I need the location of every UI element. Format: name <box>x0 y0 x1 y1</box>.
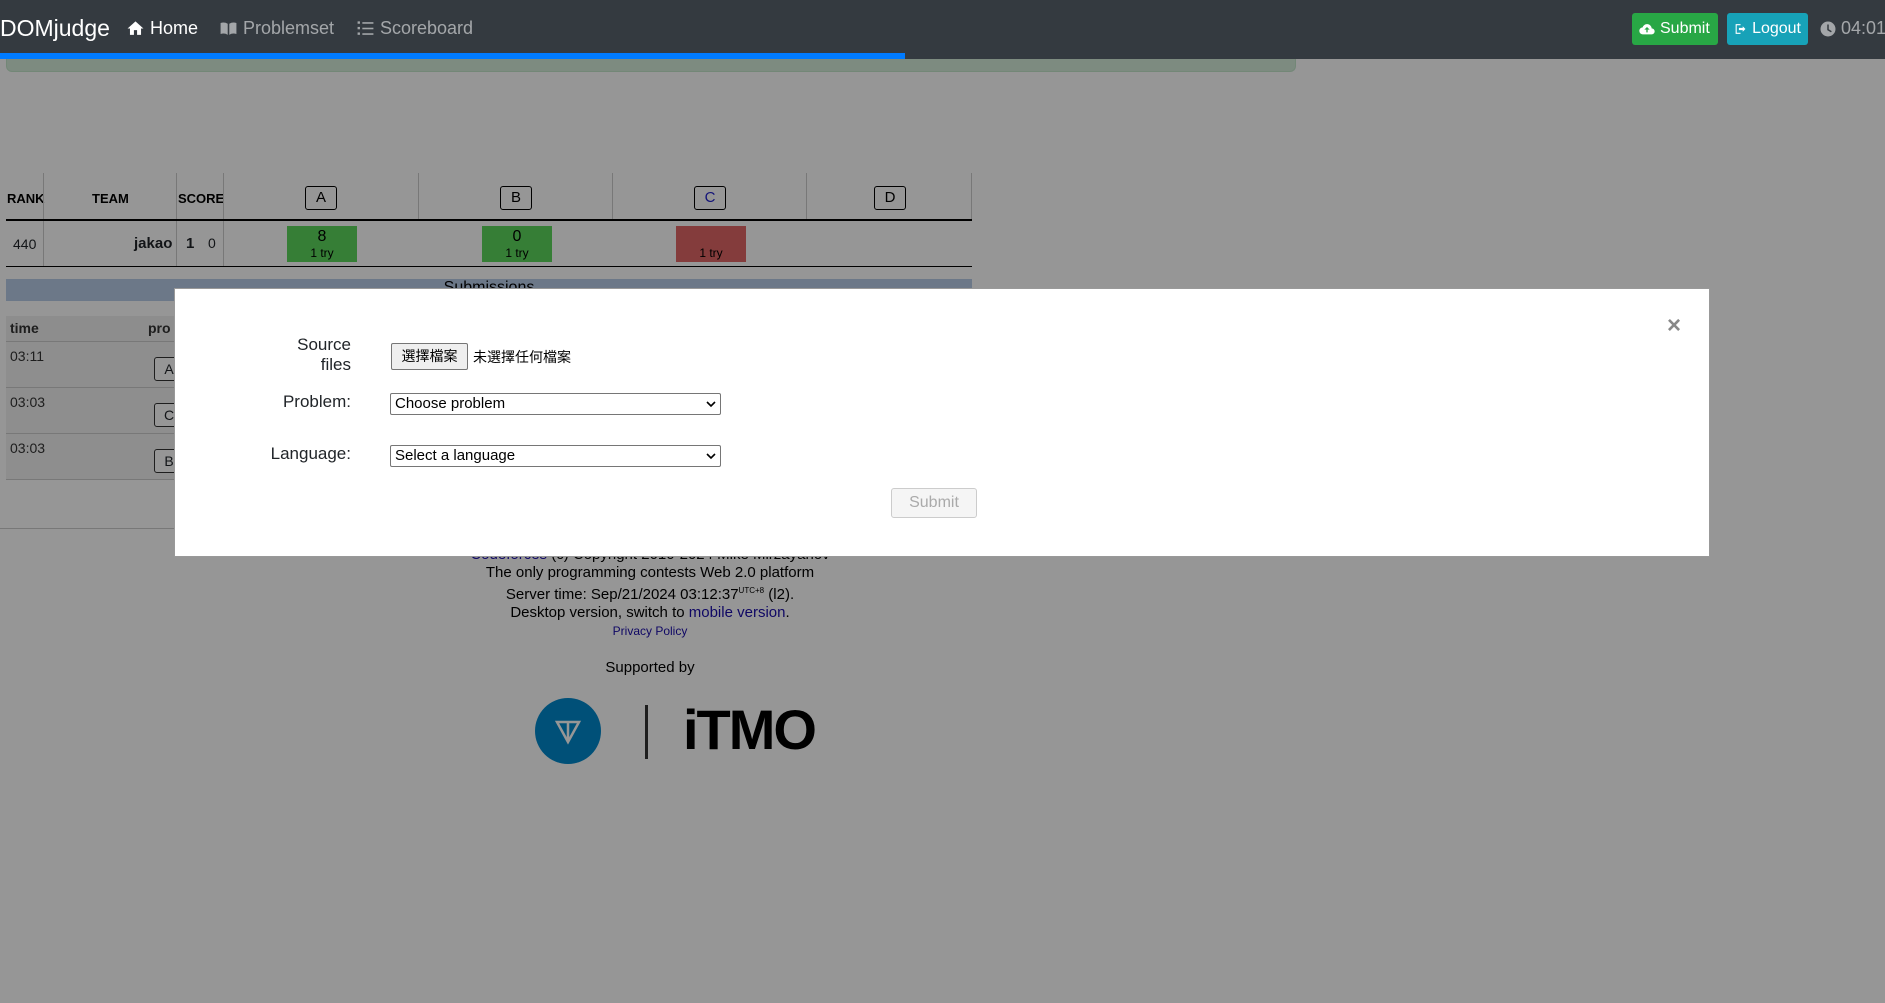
file-status-text: 未選擇任何檔案 <box>473 349 571 365</box>
nav-problemset[interactable]: Problemset <box>219 18 334 39</box>
list-ol-icon <box>357 21 374 35</box>
chevron-down-icon <box>706 453 716 460</box>
clock-icon <box>1820 21 1836 36</box>
nav-home[interactable]: Home <box>126 18 198 39</box>
contest-clock: 04:01 <box>1819 18 1885 39</box>
nav-home-label: Home <box>150 18 199 38</box>
language-select-value: Select a language <box>395 447 516 464</box>
clock-text: 04:01 <box>1841 18 1885 38</box>
navbar-submit-button[interactable]: Submit <box>1632 13 1718 45</box>
problem-label: Problem: <box>282 392 351 411</box>
chevron-down-icon <box>706 401 716 408</box>
cloud-upload-icon <box>1639 24 1655 35</box>
choose-file-button[interactable]: 選擇檔案 <box>391 343 468 370</box>
book-icon <box>220 22 237 35</box>
language-select[interactable]: Select a language <box>390 445 721 467</box>
nav-scoreboard-label: Scoreboard <box>380 18 474 38</box>
brand-title[interactable]: DOMjudge <box>0 15 110 42</box>
modal-submit-button[interactable]: Submit <box>891 488 977 518</box>
navbar-submit-label: Submit <box>1660 20 1710 37</box>
source-files-label: Source files <box>297 335 351 374</box>
problem-select[interactable]: Choose problem <box>390 393 721 415</box>
close-icon[interactable]: × <box>1667 312 1681 340</box>
language-label: Language: <box>270 444 351 463</box>
home-icon <box>127 21 144 35</box>
nav-scoreboard[interactable]: Scoreboard <box>356 18 473 39</box>
nav-problemset-label: Problemset <box>243 18 335 38</box>
submit-modal: × Source files 選擇檔案 未選擇任何檔案 Problem: Cho… <box>174 288 1710 557</box>
logout-button[interactable]: Logout <box>1727 13 1808 45</box>
navbar: DOMjudge Home Problemset Scoreboard Subm… <box>0 0 1885 59</box>
contest-progress-bar <box>0 53 905 59</box>
logout-label: Logout <box>1752 20 1801 37</box>
problem-select-value: Choose problem <box>395 395 506 412</box>
sign-out-icon <box>1735 24 1746 34</box>
